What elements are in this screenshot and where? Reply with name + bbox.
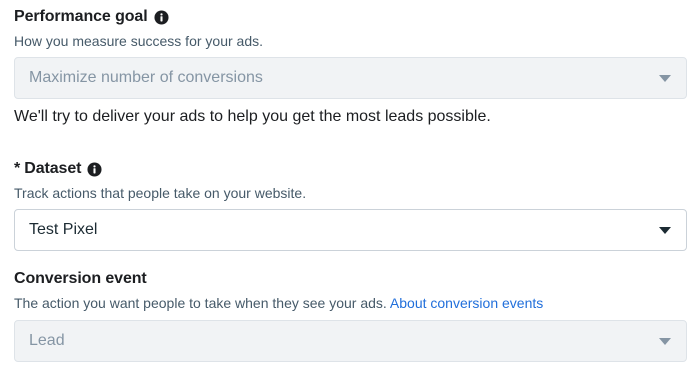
dataset-value: Test Pixel [29,221,98,238]
dataset-description: Track actions that people take on your w… [14,185,307,201]
performance-goal-title: Performance goal [14,8,148,25]
performance-goal-note-wrap: We'll try to deliver your ads to help yo… [14,107,687,127]
info-icon[interactable] [154,9,169,25]
conversion-event-header: Conversion event [14,268,687,290]
performance-goal-note: We'll try to deliver your ads to help yo… [14,108,491,125]
caret-down-icon [659,226,671,234]
dataset-section: * Dataset Track actions that people take… [14,158,687,202]
info-icon[interactable] [87,161,102,177]
conversion-event-description: The action you want people to take when … [14,295,387,311]
performance-goal-section: Performance goal How you measure success… [14,6,687,50]
required-marker: * [14,160,21,177]
conversion-event-section: Conversion event The action you want peo… [14,268,687,312]
conversion-event-select[interactable]: Lead [14,320,687,362]
performance-goal-value: Maximize number of conversions [29,69,263,86]
dataset-header: * Dataset [14,158,687,180]
conversion-event-title: Conversion event [14,270,147,287]
conversion-event-select-wrap: Lead [14,320,687,362]
dataset-title: Dataset [24,160,82,177]
conversion-event-description-line: The action you want people to take when … [14,294,687,312]
performance-goal-description: How you measure success for your ads. [14,33,263,49]
performance-goal-header: Performance goal [14,6,687,28]
dataset-select-wrap: Test Pixel [14,209,687,251]
dataset-select[interactable]: Test Pixel [14,209,687,251]
performance-goal-select[interactable]: Maximize number of conversions [14,57,687,99]
caret-down-icon [659,337,671,345]
performance-goal-select-wrap: Maximize number of conversions [14,57,687,99]
about-conversion-events-link[interactable]: About conversion events [390,295,543,311]
conversion-event-value: Lead [29,332,65,349]
caret-down-icon [659,74,671,82]
